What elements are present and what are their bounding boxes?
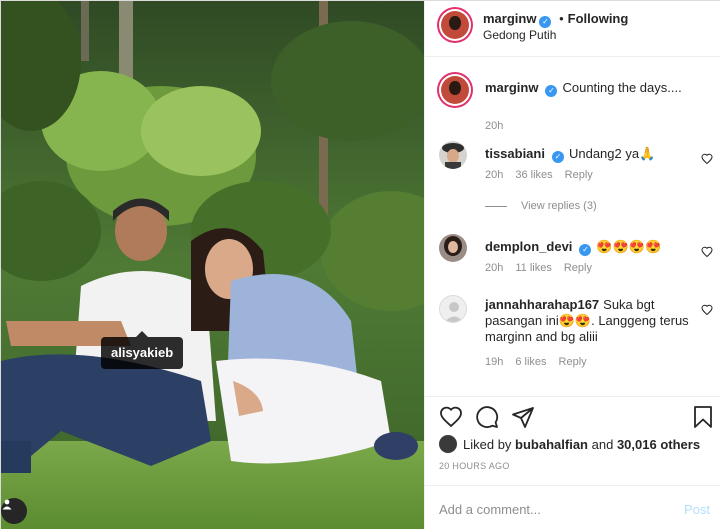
liked-and-label: and [591, 437, 614, 452]
instagram-post-window: alisyakieb marginw ✓ • Following Gedong Pu… [0, 0, 720, 529]
heart-icon[interactable] [701, 246, 713, 258]
post-comment-button[interactable]: Post [684, 502, 710, 517]
post-location[interactable]: Gedong Putih [483, 28, 556, 42]
comment-time[interactable]: 20h [485, 169, 503, 181]
comment-username[interactable]: tissabiani [485, 146, 545, 161]
caption-time[interactable]: 20h [485, 120, 503, 132]
post-sidebar: marginw ✓ • Following Gedong Putih marginw… [424, 1, 720, 529]
comment-likes[interactable]: 11 likes [515, 262, 551, 274]
comment-body: Undang2 ya🙏 [568, 146, 656, 161]
comment-reply-button[interactable]: Reply [559, 356, 587, 368]
comment-text: demplon_devi ✓ 😍😍😍😍 [485, 239, 693, 256]
verified-badge-icon: ✓ [579, 244, 592, 256]
separator-dot: • [559, 11, 564, 26]
comment-meta: 20h 36 likes Reply [485, 169, 605, 181]
add-comment-bar: Add a comment... Post [425, 485, 720, 529]
comment-avatar[interactable] [439, 295, 467, 323]
bookmark-icon[interactable] [691, 405, 715, 429]
comment-reply-button[interactable]: Reply [564, 262, 592, 274]
comment-avatar[interactable] [439, 141, 467, 169]
verified-badge-icon: ✓ [545, 85, 558, 97]
liked-by-label: Liked by [463, 437, 512, 452]
post-actions: Liked by bubahalfian and 30,016 others 2… [425, 396, 720, 484]
following-button[interactable]: Following [568, 11, 629, 26]
comment-avatar[interactable] [439, 234, 467, 262]
comment-username[interactable]: jannahharahap167 [485, 297, 599, 312]
post-header: marginw ✓ • Following Gedong Putih [425, 1, 720, 57]
photo-user-tag[interactable]: alisyakieb [101, 331, 184, 369]
comment-body: 😍😍😍😍 [596, 239, 662, 254]
comment-time[interactable]: 19h [485, 356, 503, 368]
comment-text: jannahharahap167 Suka bgt pasangan ini😍😍.… [485, 297, 693, 345]
author-line: marginw ✓ • Following [483, 11, 628, 28]
liker-avatar[interactable] [439, 435, 457, 453]
post-photo[interactable]: alisyakieb [1, 1, 424, 529]
caption-avatar[interactable] [437, 72, 473, 108]
view-replies-link[interactable]: View replies (3) [485, 200, 597, 212]
caption-meta: 20h [485, 120, 515, 132]
heart-icon[interactable] [439, 405, 463, 429]
comment-input[interactable]: Add a comment... [439, 502, 541, 517]
comment-text: tissabiani ✓ Undang2 ya🙏 [485, 146, 693, 163]
comment-reply-button[interactable]: Reply [565, 169, 593, 181]
caption-text: marginw ✓ Counting the days.... [485, 80, 693, 97]
caption-body: Counting the days.... [562, 80, 682, 95]
comment-icon[interactable] [475, 405, 499, 429]
comment-meta: 19h 6 likes Reply [485, 356, 599, 368]
likes-summary: Liked by bubahalfian and 30,016 others [439, 435, 700, 453]
heart-icon[interactable] [701, 304, 713, 316]
photo-illustration [1, 1, 424, 529]
user-tag-button[interactable] [1, 498, 27, 524]
caption-username[interactable]: marginw [485, 80, 538, 95]
comment-time[interactable]: 20h [485, 262, 503, 274]
heart-icon[interactable] [701, 153, 713, 165]
comment-likes[interactable]: 6 likes [515, 356, 546, 368]
post-timestamp[interactable]: 20 HOURS AGO [439, 461, 510, 471]
comment-username[interactable]: demplon_devi [485, 239, 572, 254]
author-username[interactable]: marginw [483, 11, 536, 26]
comment-likes[interactable]: 36 likes [515, 169, 552, 181]
likes-count[interactable]: 30,016 others [617, 437, 700, 452]
comment-meta: 20h 11 likes Reply [485, 262, 604, 274]
share-icon[interactable] [511, 405, 535, 429]
author-avatar[interactable] [437, 7, 473, 43]
verified-badge-icon: ✓ [551, 151, 564, 163]
liker-username[interactable]: bubahalfian [515, 437, 588, 452]
user-tag-icon [2, 499, 12, 510]
verified-badge-icon: ✓ [539, 16, 552, 28]
comments-section[interactable]: marginw ✓ Counting the days.... 20h tissab… [425, 58, 720, 396]
